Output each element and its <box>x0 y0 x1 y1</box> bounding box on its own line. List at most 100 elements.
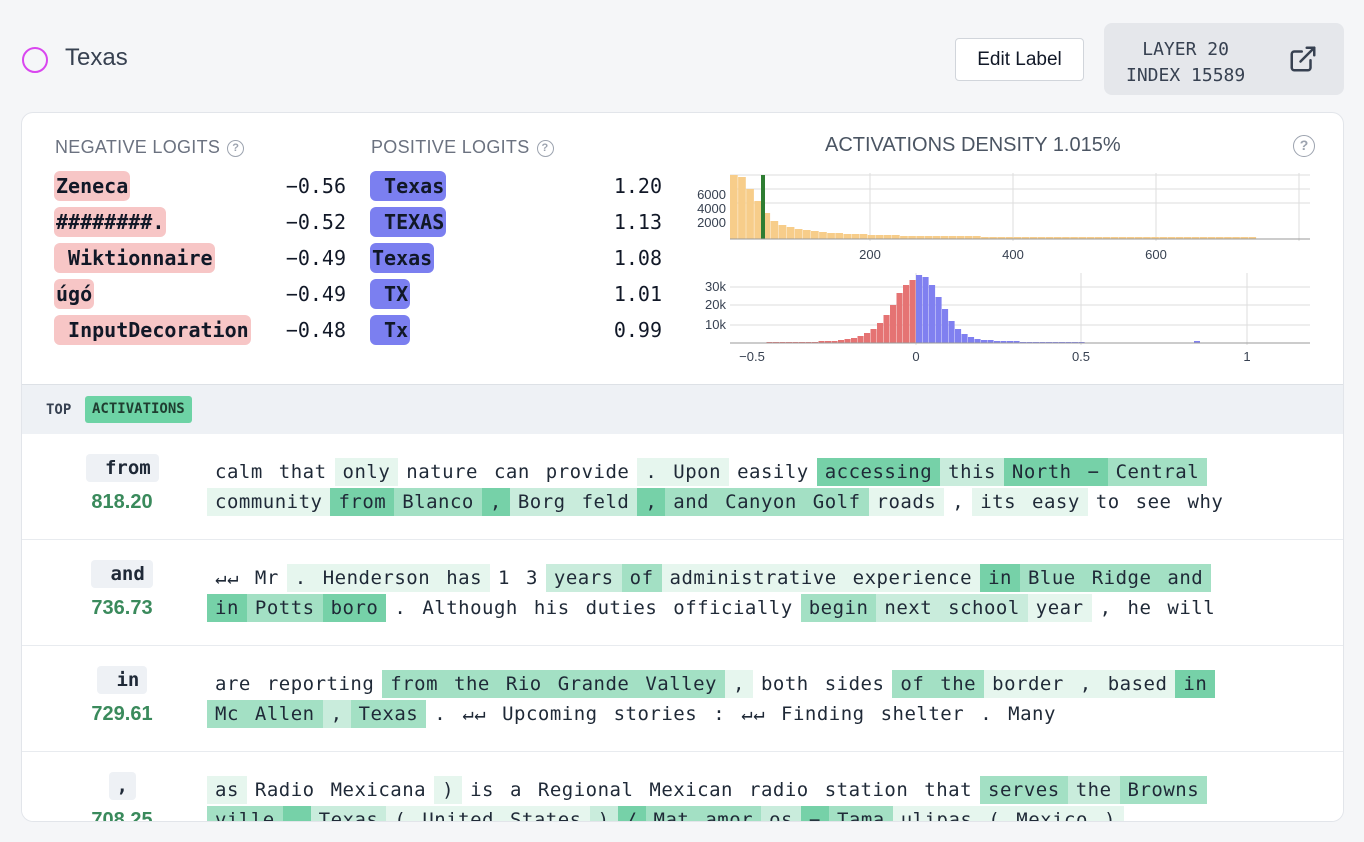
context-token[interactable]: the <box>932 670 985 698</box>
context-token[interactable]: , <box>1092 594 1120 622</box>
context-token[interactable]: os <box>761 806 801 821</box>
layer-index-link[interactable]: LAYER 20 INDEX 15589 <box>1104 23 1344 95</box>
context-token[interactable]: States <box>501 806 590 821</box>
context-token[interactable]: sides <box>817 670 893 698</box>
context-token[interactable]: : <box>705 700 733 728</box>
context-token[interactable]: its <box>972 488 1025 516</box>
context-token[interactable]: Radio <box>247 776 323 804</box>
context-token[interactable]: based <box>1099 670 1176 698</box>
context-token[interactable]: 3 <box>518 564 546 592</box>
density-help-icon[interactable]: ? <box>1293 135 1315 157</box>
context-token[interactable]: in <box>980 564 1020 592</box>
context-token[interactable]: this <box>940 458 1004 486</box>
context-token[interactable]: duties <box>578 594 666 622</box>
context-token[interactable]: stories <box>606 700 706 728</box>
context-token[interactable]: border <box>984 670 1072 698</box>
context-token[interactable]: Borg <box>509 488 574 516</box>
context-token[interactable]: as <box>207 776 247 804</box>
context-token[interactable]: . <box>972 700 1000 728</box>
context-token[interactable]: reporting <box>259 670 382 698</box>
context-token[interactable]: ( <box>980 806 1009 821</box>
context-token[interactable]: . <box>286 564 315 592</box>
context-token[interactable]: Canyon <box>717 488 805 516</box>
context-token[interactable]: , <box>282 806 311 821</box>
context-token[interactable]: he <box>1120 594 1160 622</box>
context-token[interactable]: Many <box>1000 700 1064 728</box>
context-token[interactable]: year <box>1027 594 1092 622</box>
context-token[interactable]: Golf <box>804 488 869 516</box>
context-token[interactable]: accessing <box>816 458 941 486</box>
context-token[interactable]: boro <box>322 594 387 622</box>
context-token[interactable]: Texas <box>310 806 387 821</box>
context-token[interactable]: Ridge <box>1083 564 1160 592</box>
context-token[interactable]: . <box>637 458 666 486</box>
context-token[interactable]: Browns <box>1119 776 1208 804</box>
context-token[interactable]: in <box>1175 670 1216 698</box>
context-token[interactable]: the <box>446 670 498 698</box>
context-token[interactable]: experience <box>844 564 981 592</box>
context-token[interactable]: easy <box>1024 488 1088 516</box>
context-token[interactable]: , <box>724 670 753 698</box>
context-token[interactable]: can <box>486 458 538 486</box>
context-token[interactable]: ulipas <box>892 806 981 821</box>
context-token[interactable]: Mexican <box>641 776 741 804</box>
context-token[interactable]: Allen <box>246 700 323 728</box>
context-token[interactable]: Grande <box>549 670 638 698</box>
context-token[interactable]: , <box>481 488 510 516</box>
context-token[interactable]: why <box>1180 488 1232 516</box>
context-token[interactable]: begin <box>800 594 877 622</box>
context-token[interactable]: shelter <box>873 700 973 728</box>
context-token[interactable]: are <box>207 670 259 698</box>
context-token[interactable]: Although <box>414 594 526 622</box>
context-token[interactable]: in <box>207 594 247 622</box>
context-token[interactable]: Rio <box>497 670 550 698</box>
context-token[interactable]: − <box>1079 458 1108 486</box>
context-token[interactable]: Regional <box>530 776 642 804</box>
context-token[interactable]: Valley <box>637 670 725 698</box>
context-token[interactable]: feld <box>573 488 638 516</box>
context-token[interactable]: next <box>876 594 941 622</box>
context-token[interactable]: ↵↵ <box>454 700 494 728</box>
context-token[interactable]: ) <box>434 776 463 804</box>
context-token[interactable]: 1 <box>490 564 518 592</box>
help-icon[interactable]: ? <box>227 140 245 157</box>
context-token[interactable]: radio <box>741 776 817 804</box>
edit-label-button[interactable]: Edit Label <box>955 38 1084 81</box>
context-token[interactable]: nature <box>398 458 486 486</box>
context-token[interactable]: officially <box>665 594 800 622</box>
context-token[interactable]: Mexicana <box>323 776 435 804</box>
context-token[interactable]: Central <box>1107 458 1208 486</box>
context-token[interactable]: is <box>462 776 502 804</box>
context-token[interactable]: that <box>271 458 335 486</box>
context-token[interactable]: from <box>382 670 447 698</box>
context-token[interactable]: station <box>817 776 917 804</box>
context-token[interactable]: Finding <box>773 700 873 728</box>
context-token[interactable]: Upon <box>665 458 730 486</box>
activation-row[interactable]: from 818.20 calm that only nature can provide. U… <box>22 434 1343 540</box>
context-token[interactable]: only <box>334 458 399 486</box>
context-token[interactable]: easily <box>729 458 817 486</box>
context-token[interactable]: ville <box>207 806 283 821</box>
context-token[interactable]: see <box>1128 488 1180 516</box>
context-token[interactable]: and <box>1159 564 1212 592</box>
context-token[interactable]: ) <box>1095 806 1124 821</box>
context-token[interactable]: Mexico <box>1008 806 1096 821</box>
context-token[interactable]: calm <box>207 458 271 486</box>
context-token[interactable]: , <box>322 700 351 728</box>
context-token[interactable]: has <box>438 564 491 592</box>
context-token[interactable]: years <box>545 564 622 592</box>
context-token[interactable]: his <box>526 594 578 622</box>
context-token[interactable]: ( <box>386 806 415 821</box>
context-token[interactable]: United <box>414 806 502 821</box>
context-token[interactable]: ↵↵ <box>207 564 247 592</box>
context-token[interactable]: provide <box>538 458 638 486</box>
context-token[interactable]: − <box>800 806 829 821</box>
context-token[interactable]: school <box>940 594 1028 622</box>
context-token[interactable]: roads <box>868 488 945 516</box>
context-token[interactable]: Potts <box>246 594 323 622</box>
context-token[interactable]: of <box>621 564 662 592</box>
context-token[interactable]: Upcoming <box>494 700 606 728</box>
context-token[interactable]: a <box>502 776 530 804</box>
activation-row[interactable]: in 729.61 are reporting from the Rio Grande Vall… <box>22 646 1343 752</box>
context-token[interactable]: Blue <box>1019 564 1084 592</box>
